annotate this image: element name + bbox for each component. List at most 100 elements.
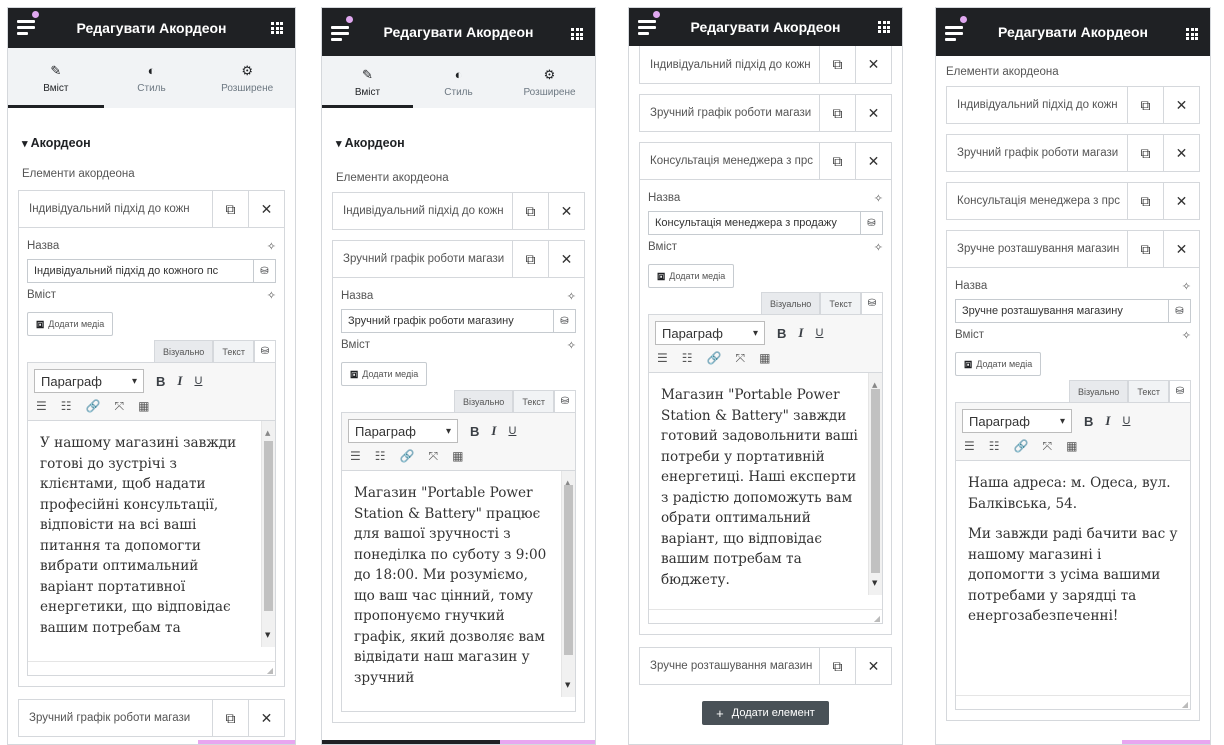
- editor-content[interactable]: У нашому магазині завжди готові до зустр…: [28, 421, 275, 661]
- bold-button[interactable]: B: [1084, 414, 1093, 429]
- duplicate-icon[interactable]: ⧉: [1127, 183, 1163, 219]
- toolbar-toggle-icon[interactable]: ▦: [759, 351, 770, 366]
- bullet-list-icon[interactable]: ☰: [657, 351, 668, 366]
- editor-content[interactable]: Магазин "Portable Power Station & Batter…: [649, 373, 882, 609]
- section-toggle[interactable]: Акордеон: [336, 136, 595, 150]
- repeater-item[interactable]: Індивідуальний підхід до кожн ⧉ ✕: [639, 46, 892, 84]
- format-select[interactable]: Параграф: [348, 419, 458, 443]
- ai-sparkle-icon[interactable]: ✧: [874, 192, 883, 205]
- ai-sparkle-icon[interactable]: ✧: [874, 241, 883, 254]
- duplicate-icon[interactable]: ⧉: [819, 46, 855, 83]
- italic-button[interactable]: I: [1105, 413, 1110, 429]
- widgets-grid-icon[interactable]: [271, 22, 283, 34]
- duplicate-icon[interactable]: ⧉: [212, 700, 248, 736]
- item-title[interactable]: Консультація менеджера з прс: [640, 143, 819, 179]
- fullscreen-icon[interactable]: ⤧: [1042, 439, 1052, 454]
- text-tab[interactable]: Текст: [820, 292, 861, 314]
- close-icon[interactable]: ✕: [548, 241, 584, 277]
- title-input[interactable]: Зручний графік роботи магазину ⛁: [341, 309, 576, 333]
- duplicate-icon[interactable]: ⧉: [1127, 231, 1163, 267]
- text-tab[interactable]: Текст: [213, 340, 254, 362]
- bullet-list-icon[interactable]: ☰: [350, 449, 361, 464]
- bullet-list-icon[interactable]: ☰: [964, 439, 975, 454]
- title-input[interactable]: Консультація менеджера з продажу ⛁: [648, 211, 883, 235]
- duplicate-icon[interactable]: ⧉: [1127, 135, 1163, 171]
- duplicate-icon[interactable]: ⧉: [212, 191, 248, 227]
- numbered-list-icon[interactable]: ☷: [375, 449, 386, 464]
- tab-advanced[interactable]: ⚙ Розширене: [504, 56, 595, 108]
- toolbar-toggle-icon[interactable]: ▦: [452, 449, 463, 464]
- rich-text-editor[interactable]: Параграф BIU ☰ ☷ 🔗 ⤧ ▦ Магазин "Portable Powe…: [648, 314, 883, 624]
- format-select[interactable]: Параграф: [655, 321, 765, 345]
- add-media-button[interactable]: ⧈ Додати медіа: [341, 362, 428, 386]
- repeater-item[interactable]: Зручний графік роботи магази ⧉ ✕: [946, 134, 1200, 172]
- underline-button[interactable]: U: [1122, 415, 1130, 427]
- text-tab[interactable]: Текст: [1128, 380, 1169, 402]
- ai-sparkle-icon[interactable]: ✧: [267, 240, 276, 253]
- bold-button[interactable]: B: [777, 326, 786, 341]
- close-icon[interactable]: ✕: [855, 143, 891, 179]
- item-title[interactable]: Зручне розташування магазин: [947, 231, 1127, 267]
- item-title[interactable]: Зручний графік роботи магази: [640, 95, 819, 131]
- item-title[interactable]: Індивідуальний підхід до кожн: [640, 46, 819, 83]
- repeater-item[interactable]: Індивідуальний підхід до кожн ⧉ ✕: [18, 190, 285, 228]
- close-icon[interactable]: ✕: [1163, 183, 1199, 219]
- item-title[interactable]: Консультація менеджера з прс: [947, 183, 1127, 219]
- tab-content[interactable]: ✎ Вміст: [322, 56, 413, 108]
- numbered-list-icon[interactable]: ☷: [61, 399, 72, 414]
- ai-sparkle-icon[interactable]: ✧: [567, 290, 576, 303]
- rich-text-editor[interactable]: Параграф BIU ☰ ☷ 🔗 ⤧ ▦ Магазин "Portable Powe…: [341, 412, 576, 712]
- database-icon[interactable]: ⛁: [1168, 300, 1190, 322]
- item-title[interactable]: Зручний графік роботи магази: [19, 700, 212, 736]
- toolbar-toggle-icon[interactable]: ▦: [1066, 439, 1077, 454]
- editor-content[interactable]: Наша адреса: м. Одеса, вул. Балківська, …: [956, 461, 1190, 695]
- add-media-button[interactable]: ⧈ Додати медіа: [648, 264, 735, 288]
- numbered-list-icon[interactable]: ☷: [989, 439, 1000, 454]
- repeater-item[interactable]: Зручний графік роботи магази ⧉ ✕: [639, 94, 892, 132]
- close-icon[interactable]: ✕: [548, 193, 584, 229]
- repeater-item[interactable]: Консультація менеджера з прс ⧉ ✕: [946, 182, 1200, 220]
- format-select[interactable]: Параграф: [962, 409, 1072, 433]
- add-media-button[interactable]: ⧈ Додати медіа: [27, 312, 114, 336]
- visual-tab[interactable]: Візуально: [153, 340, 214, 362]
- menu-icon[interactable]: [945, 26, 963, 42]
- repeater-item[interactable]: Індивідуальний підхід до кожн ⧉ ✕: [332, 192, 585, 230]
- section-toggle[interactable]: Акордеон: [22, 136, 295, 150]
- visual-tab[interactable]: Візуально: [453, 390, 514, 412]
- repeater-item[interactable]: Консультація менеджера з прс ⧉ ✕: [639, 142, 892, 180]
- ai-sparkle-icon[interactable]: ✧: [1182, 329, 1191, 342]
- tab-content[interactable]: ✎ Вміст: [8, 48, 104, 108]
- format-select[interactable]: Параграф: [34, 369, 144, 393]
- duplicate-icon[interactable]: ⧉: [819, 95, 855, 131]
- resize-handle[interactable]: [28, 661, 275, 675]
- underline-button[interactable]: U: [508, 425, 516, 437]
- tab-style[interactable]: ◐ Стиль: [413, 56, 504, 108]
- repeater-item[interactable]: Зручне розташування магазин ⧉ ✕: [639, 647, 892, 685]
- database-icon[interactable]: ⛁: [1169, 380, 1191, 402]
- numbered-list-icon[interactable]: ☷: [682, 351, 693, 366]
- underline-button[interactable]: U: [815, 327, 823, 339]
- close-icon[interactable]: ✕: [248, 191, 284, 227]
- close-icon[interactable]: ✕: [855, 648, 891, 684]
- add-item-button[interactable]: + Додати елемент: [702, 701, 829, 725]
- link-icon[interactable]: 🔗: [400, 449, 415, 464]
- rich-text-editor[interactable]: Параграф BIU ☰ ☷ 🔗 ⤧ ▦ У нашому магазині завж…: [27, 362, 276, 676]
- scrollbar[interactable]: ▲ ▼: [868, 373, 882, 595]
- italic-button[interactable]: I: [798, 325, 803, 341]
- fullscreen-icon[interactable]: ⤧: [114, 399, 124, 414]
- close-icon[interactable]: ✕: [1163, 87, 1199, 123]
- scrollbar[interactable]: ▲ ▼: [561, 471, 575, 697]
- database-icon[interactable]: ⛁: [861, 292, 883, 314]
- widgets-grid-icon[interactable]: [878, 21, 890, 33]
- add-media-button[interactable]: ⧈ Додати медіа: [955, 352, 1042, 376]
- tab-advanced[interactable]: ⚙ Розширене: [199, 48, 295, 108]
- ai-sparkle-icon[interactable]: ✧: [1182, 280, 1191, 293]
- widgets-grid-icon[interactable]: [1186, 28, 1198, 40]
- database-icon[interactable]: ⛁: [553, 310, 575, 332]
- repeater-item[interactable]: Індивідуальний підхід до кожн ⧉ ✕: [946, 86, 1200, 124]
- link-icon[interactable]: 🔗: [1014, 439, 1029, 454]
- fullscreen-icon[interactable]: ⤧: [428, 449, 438, 464]
- resize-handle[interactable]: [649, 609, 882, 623]
- toolbar-toggle-icon[interactable]: ▦: [138, 399, 149, 414]
- close-icon[interactable]: ✕: [855, 95, 891, 131]
